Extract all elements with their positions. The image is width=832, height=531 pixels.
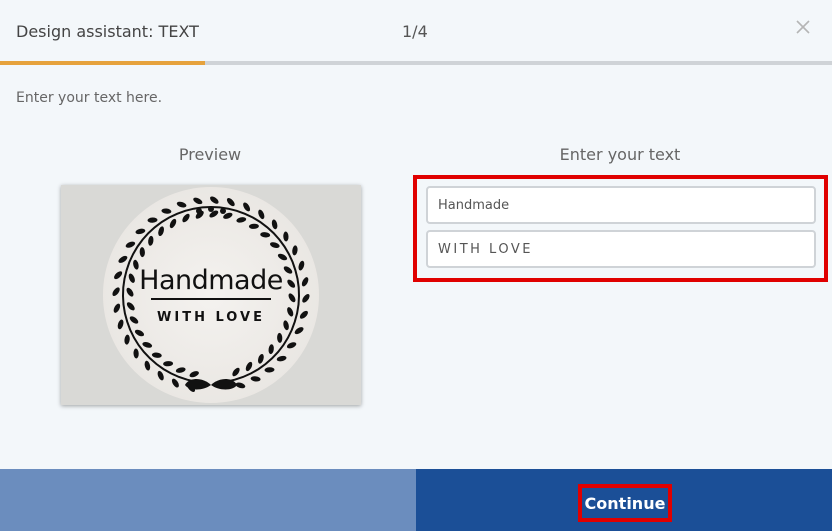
continue-button[interactable]: Continue xyxy=(578,484,672,522)
preview-divider xyxy=(151,298,271,300)
footer-back-area xyxy=(0,469,416,531)
text-entry-heading: Enter your text xyxy=(559,145,681,164)
text-field-line1[interactable] xyxy=(426,186,816,224)
label-preview: Handmade WITH LOVE xyxy=(61,185,361,405)
preview-line2: WITH LOVE xyxy=(157,310,265,325)
close-icon[interactable] xyxy=(792,16,814,38)
text-field-line2[interactable] xyxy=(426,230,816,268)
dialog-title: Design assistant: TEXT xyxy=(16,22,199,41)
instruction-text: Enter your text here. xyxy=(16,90,163,106)
dialog-header: Design assistant: TEXT 1/4 xyxy=(0,0,832,62)
progress-fill xyxy=(0,61,205,65)
preview-heading: Preview xyxy=(178,145,242,164)
preview-line1: Handmade xyxy=(139,265,283,296)
step-indicator: 1/4 xyxy=(402,22,428,41)
progress-bar xyxy=(0,61,832,65)
